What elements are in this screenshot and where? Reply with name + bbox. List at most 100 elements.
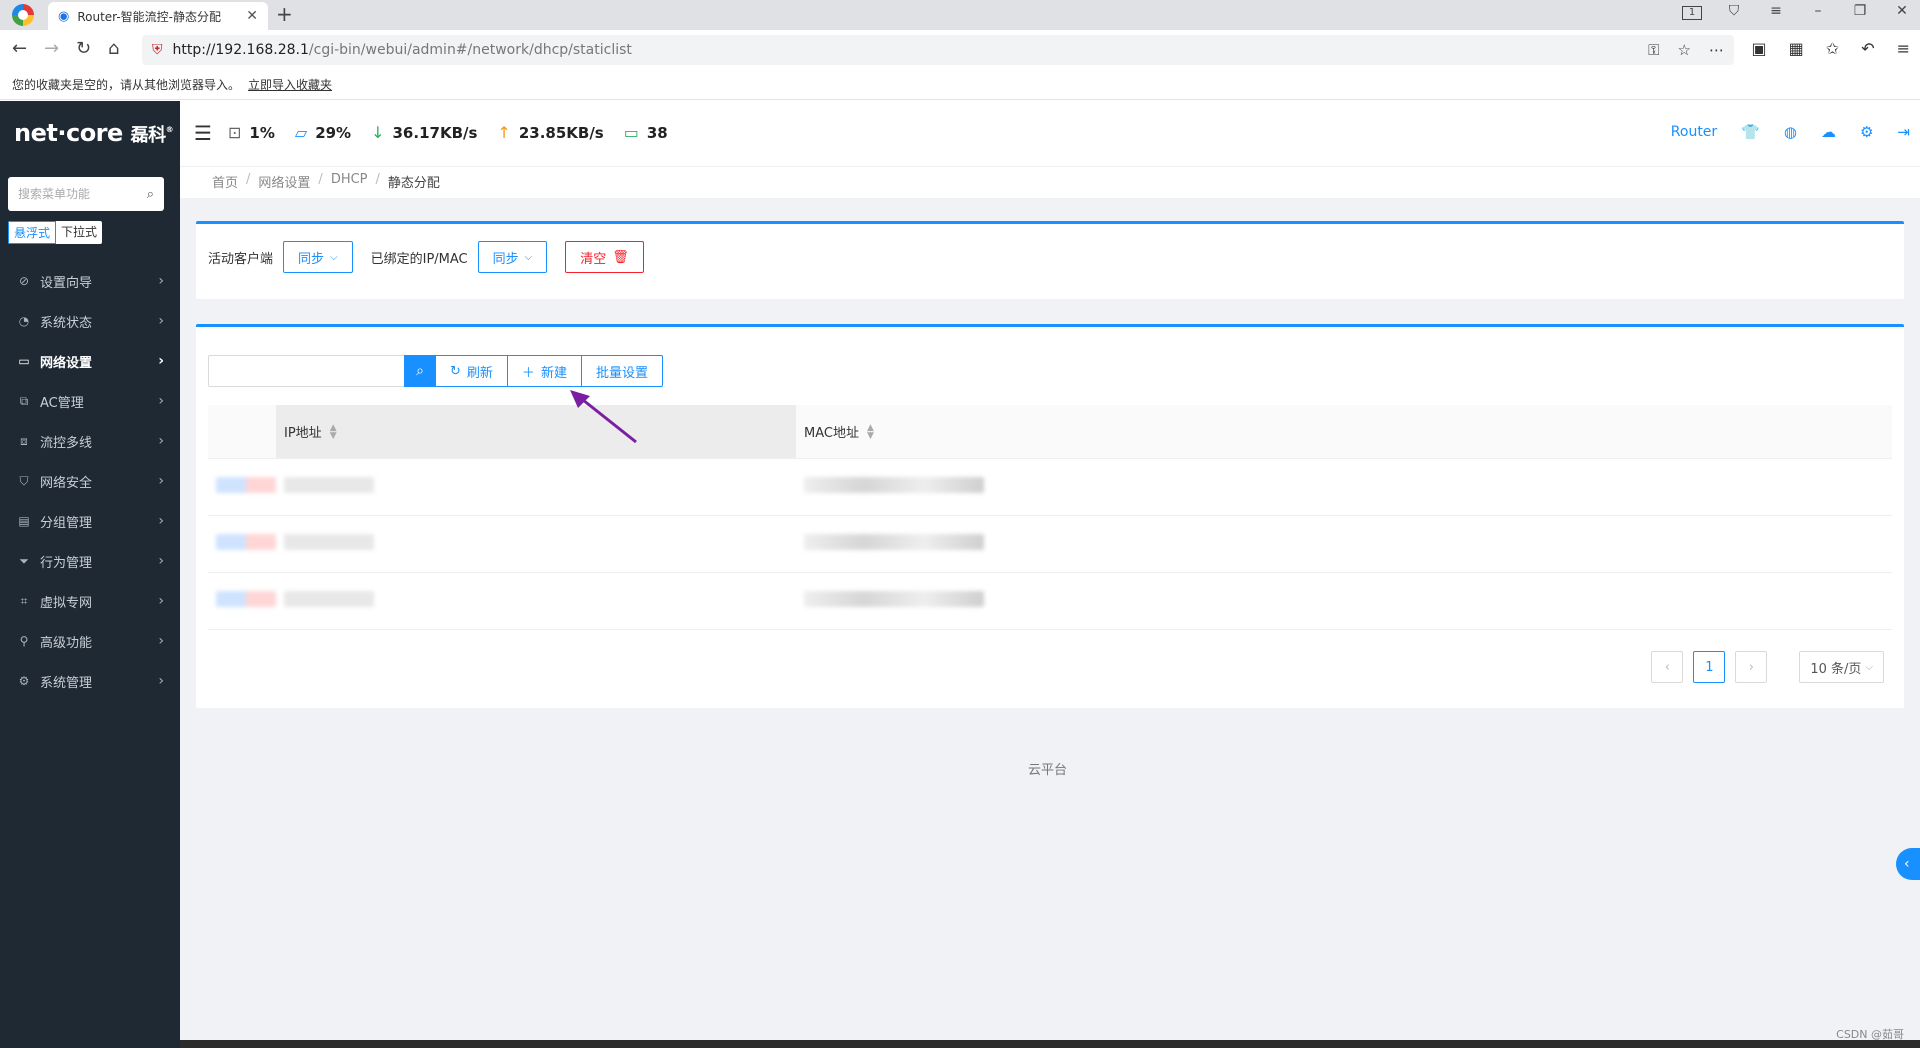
redacted-checkbox[interactable] [216, 534, 276, 550]
sidebar-item-network-security[interactable]: ⛉ 网络安全 › [0, 461, 180, 501]
sidebar-item-setup-wizard[interactable]: ⊘ 设置向导 › [0, 261, 180, 301]
reader-icon[interactable]: ▣ [1752, 39, 1767, 58]
key-icon[interactable]: ⚿ [1648, 41, 1659, 59]
chevron-right-icon: › [158, 433, 164, 449]
redacted-checkbox[interactable] [216, 591, 276, 607]
address-bar[interactable]: ⛨ http://192.168.28.1 /cgi-bin/webui/adm… [142, 35, 1734, 65]
clear-button[interactable]: 清空 🗑 [565, 241, 644, 273]
column-header-mac[interactable]: MAC地址 ▲ ▼ [796, 405, 874, 458]
sidebar-item-behavior-management[interactable]: ⏷ 行为管理 › [0, 541, 180, 581]
vpn-icon: ⌗ [20, 593, 28, 608]
star-icon[interactable]: ☆ [1678, 41, 1691, 59]
menu-lines-icon[interactable]: ≡ [1766, 3, 1786, 20]
status-stats: ⊡ 1% ▱ 29% ↓ 36.17KB/s ↑ 23.85KB/s ▭ 38 [228, 123, 668, 142]
chevron-right-icon: › [158, 593, 164, 609]
download-arrow-icon: ↓ [371, 123, 385, 142]
logo-text-2: core [65, 119, 123, 147]
chevron-right-icon: › [158, 553, 164, 569]
theme-shirt-icon[interactable]: 👕 [1741, 123, 1760, 141]
sync-active-clients-button[interactable]: 同步 ⌵ [283, 241, 353, 273]
refresh-icon: ↻ [450, 363, 461, 379]
import-bookmarks-link[interactable]: 立即导入收藏夹 [248, 76, 332, 93]
sort-icon[interactable]: ▲ ▼ [330, 423, 337, 440]
new-tab-button[interactable]: + [276, 4, 293, 24]
insecure-shield-icon[interactable]: ⛨ [152, 42, 163, 58]
skin-icon[interactable]: ⛉ [1724, 3, 1744, 20]
settings-gear-icon[interactable]: ⚙ [1860, 123, 1873, 141]
logout-icon[interactable]: ⇥ [1897, 123, 1910, 141]
router-label[interactable]: Router [1671, 124, 1717, 140]
breadcrumb-home[interactable]: 首页 [212, 172, 238, 191]
list-search-input[interactable] [208, 355, 404, 387]
table-row[interactable] [208, 516, 1892, 573]
mode-dropdown-option[interactable]: 下拉式 [56, 221, 102, 244]
button-label: 刷新 [466, 365, 493, 381]
menu-search-input[interactable] [18, 187, 147, 201]
chevron-right-icon: › [158, 633, 164, 649]
chevron-down-icon: ⌵ [330, 251, 338, 263]
sidebar-item-flow-control[interactable]: ⧈ 流控多线 › [0, 421, 180, 461]
tab-count-icon[interactable]: 1 [1682, 3, 1702, 20]
column-header-ip[interactable]: IP地址 ▲ ▼ [276, 405, 796, 458]
apps-grid-icon[interactable]: ▦ [1789, 39, 1804, 58]
next-page-button[interactable]: › [1735, 651, 1768, 683]
sidebar-item-system-status[interactable]: ◔ 系统状态 › [0, 301, 180, 341]
sidebar-menu: ⊘ 设置向导 › ◔ 系统状态 › ▭ 网络设置 › ⧉ AC管理 › ⧈ 流控… [0, 261, 180, 701]
sidebar-item-advanced[interactable]: ⚲ 高级功能 › [0, 621, 180, 661]
filter-icon: ⏷ [19, 553, 29, 568]
mode-float-option[interactable]: 悬浮式 [8, 221, 57, 244]
sidebar-item-label: 流控多线 [40, 435, 93, 451]
browser-tab[interactable]: ◉ Router-智能流控-静态分配 ✕ [48, 2, 268, 30]
browser-menu-icon[interactable]: ≡ [1897, 39, 1910, 58]
home-icon[interactable]: ⌂ [108, 39, 119, 59]
redacted-mac [804, 591, 984, 607]
chevron-right-icon: › [158, 353, 164, 369]
taskbar-strip [180, 1040, 1920, 1048]
sidebar-item-system-management[interactable]: ⚙ 系统管理 › [0, 661, 180, 701]
sidebar-item-vpn[interactable]: ⌗ 虚拟专网 › [0, 581, 180, 621]
netcore-logo: net·core 磊科® [14, 119, 174, 147]
cloud-upload-icon[interactable]: ☁ [1821, 123, 1836, 141]
favorites-icon[interactable]: ✩ [1826, 39, 1839, 58]
table-row[interactable] [208, 573, 1892, 630]
language-globe-icon[interactable]: ◍ [1784, 123, 1797, 141]
compass-icon: ⊘ [18, 274, 30, 288]
menu-mode-switch: 悬浮式 下拉式 [8, 221, 103, 244]
back-arrow-icon[interactable]: ← [12, 39, 27, 59]
sidebar-item-network-settings[interactable]: ▭ 网络设置 › [0, 341, 180, 381]
breadcrumb-network[interactable]: 网络设置 [258, 172, 310, 191]
collapse-menu-icon[interactable]: ☰ [194, 121, 212, 145]
redacted-checkbox[interactable] [216, 477, 276, 493]
search-icon[interactable]: ⌕ [147, 187, 154, 202]
page-size-select[interactable]: 10 条/页 ⌵ [1799, 651, 1884, 683]
plus-icon: ＋ [521, 365, 535, 381]
minimize-button[interactable]: – [1808, 3, 1828, 20]
button-label: 新建 [540, 365, 567, 381]
refresh-button[interactable]: ↻ 刷新 [435, 355, 508, 387]
page-number-button[interactable]: 1 [1693, 651, 1726, 683]
close-window-button[interactable]: ✕ [1892, 3, 1912, 20]
more-icon[interactable]: ⋯ [1709, 41, 1724, 59]
cloud-platform-link[interactable]: 云平台 [1028, 759, 1067, 778]
close-tab-icon[interactable]: ✕ [246, 8, 258, 24]
forward-arrow-icon[interactable]: → [44, 39, 59, 59]
breadcrumb: 首页 / 网络设置 / DHCP / 静态分配 [212, 172, 440, 191]
table-row[interactable] [208, 459, 1892, 516]
restore-button[interactable]: ❐ [1850, 3, 1870, 20]
breadcrumb-current: 静态分配 [387, 176, 440, 191]
button-label: 同步 [492, 251, 519, 267]
sort-icon[interactable]: ▲ ▼ [867, 423, 874, 440]
sidebar-item-group-management[interactable]: ▤ 分组管理 › [0, 501, 180, 541]
search-button[interactable]: ⌕ [404, 355, 436, 387]
select-all-column[interactable] [208, 405, 276, 458]
pagination: ‹ 1 › 10 条/页 ⌵ [1651, 651, 1884, 683]
new-button[interactable]: ＋ 新建 [506, 355, 582, 387]
batch-settings-button[interactable]: 批量设置 [580, 355, 663, 387]
breadcrumb-dhcp[interactable]: DHCP [331, 172, 368, 191]
sync-bound-button[interactable]: 同步 ⌵ [477, 241, 548, 273]
collapse-side-tab[interactable]: ‹ [1896, 848, 1920, 880]
reload-icon[interactable]: ↻ [76, 39, 91, 59]
undo-icon[interactable]: ↶ [1861, 39, 1874, 58]
sidebar-item-ac-management[interactable]: ⧉ AC管理 › [0, 381, 180, 421]
prev-page-button[interactable]: ‹ [1651, 651, 1684, 683]
